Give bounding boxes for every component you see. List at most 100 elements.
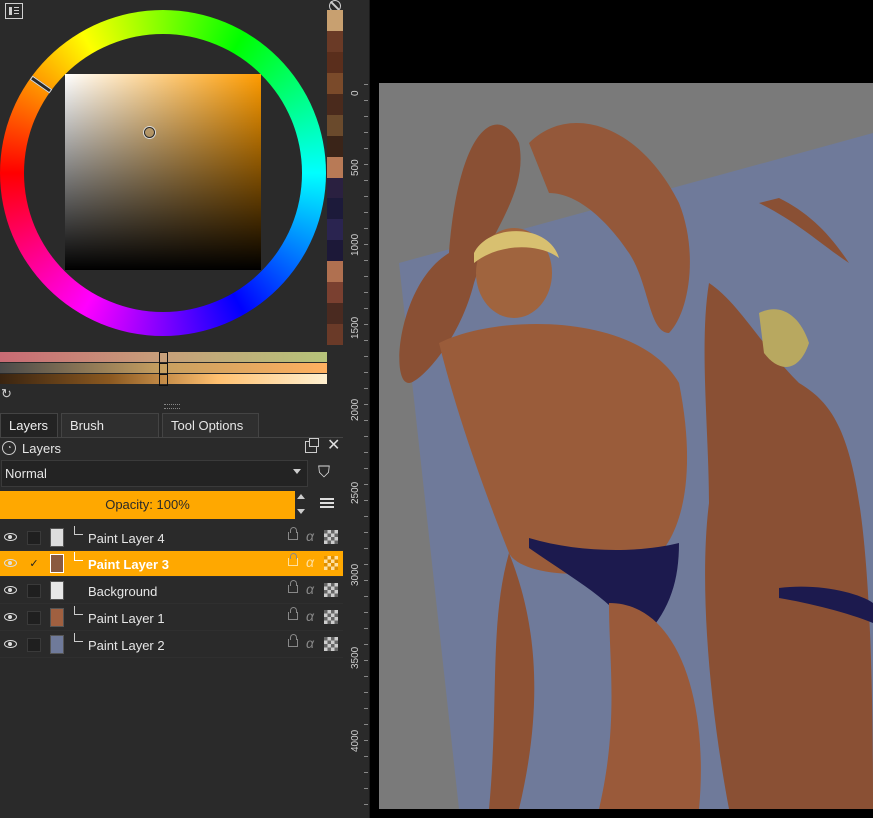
layer-thumbnail xyxy=(50,581,64,600)
ruler-tick xyxy=(364,580,368,581)
palette-swatch[interactable] xyxy=(327,51,343,73)
ruler-tick xyxy=(364,516,368,517)
layer-row[interactable]: Background α xyxy=(0,578,343,604)
palette-swatch[interactable] xyxy=(327,177,343,199)
layer-select-checkbox[interactable] xyxy=(27,531,41,545)
palette-swatch[interactable] xyxy=(327,30,343,52)
ruler-tick xyxy=(364,564,368,565)
eye-icon[interactable] xyxy=(4,533,17,541)
alpha-lock-icon[interactable]: α xyxy=(306,528,314,544)
layer-thumbnail xyxy=(50,554,64,573)
layer-name[interactable]: Paint Layer 1 xyxy=(88,611,165,626)
ruler-label: 3000 xyxy=(350,563,361,586)
chevron-down-icon[interactable] xyxy=(293,469,301,474)
palette-swatch[interactable] xyxy=(327,72,343,94)
artwork-canvas[interactable] xyxy=(379,83,873,809)
palette-swatch[interactable] xyxy=(327,93,343,115)
inherit-alpha-icon[interactable] xyxy=(324,556,338,570)
blend-mode-select[interactable]: Normal xyxy=(1,460,308,487)
ruler-tick xyxy=(364,340,368,341)
opacity-increase-icon[interactable] xyxy=(297,494,305,499)
layer-name[interactable]: Paint Layer 4 xyxy=(88,531,165,546)
color-selector[interactable] xyxy=(0,10,326,336)
alpha-lock-icon[interactable]: α xyxy=(306,581,314,597)
layer-type-icon xyxy=(74,633,83,642)
palette-swatch[interactable] xyxy=(327,156,343,178)
lock-icon[interactable] xyxy=(288,580,298,593)
painting xyxy=(399,123,873,809)
palette-swatch[interactable] xyxy=(327,324,343,345)
ruler-tick xyxy=(364,772,368,773)
alpha-lock-icon[interactable]: α xyxy=(306,635,314,651)
layer-select-checkbox[interactable]: ✓ xyxy=(27,557,41,571)
ruler-tick xyxy=(364,164,368,165)
alpha-lock-icon[interactable]: α xyxy=(306,608,314,624)
layer-row[interactable]: Paint Layer 4 α xyxy=(0,525,343,551)
ruler-tick xyxy=(364,228,368,229)
filter-icon[interactable]: ⛉ xyxy=(318,463,336,483)
palette-swatch[interactable] xyxy=(327,240,343,262)
inherit-alpha-icon[interactable] xyxy=(324,637,338,651)
palette-swatch[interactable] xyxy=(327,303,343,325)
opacity-slider[interactable]: Opacity: 100% xyxy=(0,491,295,519)
lock-icon[interactable] xyxy=(288,634,298,647)
ruler-tick xyxy=(364,324,368,325)
lock-icon[interactable] xyxy=(288,527,298,540)
ruler-label: 500 xyxy=(350,159,361,176)
layer-thumbnail xyxy=(50,608,64,627)
float-panel-icon[interactable] xyxy=(305,438,319,453)
ruler-tick xyxy=(364,292,368,293)
layer-name[interactable]: Background xyxy=(88,584,157,599)
inherit-alpha-icon[interactable] xyxy=(324,530,338,544)
panel-splitter[interactable] xyxy=(164,404,180,409)
opacity-decrease-icon[interactable] xyxy=(297,509,305,514)
ruler-label: 0 xyxy=(350,90,361,96)
palette-swatch[interactable] xyxy=(327,261,343,283)
layer-type-icon xyxy=(74,606,83,615)
hamburger-icon[interactable] xyxy=(320,498,334,500)
ruler-label: 3500 xyxy=(350,646,361,669)
ruler-tick xyxy=(364,372,368,373)
layers-docker-title: Layers xyxy=(22,441,62,456)
tab-tool-options[interactable]: Tool Options xyxy=(162,413,259,437)
layer-name[interactable]: Paint Layer 2 xyxy=(88,638,165,653)
color-picker-cursor[interactable] xyxy=(144,127,155,138)
layer-select-checkbox[interactable] xyxy=(27,638,41,652)
close-icon[interactable]: ✕ xyxy=(327,438,340,454)
eye-icon[interactable] xyxy=(4,586,17,594)
palette-swatch[interactable] xyxy=(327,219,343,241)
eye-icon[interactable] xyxy=(4,613,17,621)
palette-swatch[interactable] xyxy=(327,282,343,304)
color-history-palette[interactable] xyxy=(327,10,343,345)
eye-icon[interactable] xyxy=(4,559,17,567)
alpha-lock-icon[interactable]: α xyxy=(306,554,314,570)
palette-swatch[interactable] xyxy=(327,198,343,220)
ruler-tick xyxy=(364,676,368,677)
tab-layers[interactable]: Layers xyxy=(0,413,58,437)
ruler-tick xyxy=(364,788,368,789)
layer-row[interactable]: Paint Layer 1 α xyxy=(0,605,343,631)
ruler-tick xyxy=(364,84,368,85)
layer-thumbnail xyxy=(50,635,64,654)
inherit-alpha-icon[interactable] xyxy=(324,583,338,597)
lock-icon[interactable] xyxy=(288,607,298,620)
palette-swatch[interactable] xyxy=(327,114,343,136)
layer-name[interactable]: Paint Layer 3 xyxy=(88,557,169,572)
palette-swatch[interactable] xyxy=(327,135,343,157)
layer-select-checkbox[interactable] xyxy=(27,584,41,598)
ruler-tick xyxy=(364,612,368,613)
gradient-handle-3[interactable] xyxy=(159,374,168,386)
layer-select-checkbox[interactable] xyxy=(27,611,41,625)
ruler-tick xyxy=(364,660,368,661)
layer-row[interactable]: Paint Layer 2 α xyxy=(0,632,343,658)
lock-icon[interactable] xyxy=(288,553,298,566)
tab-brush-presets[interactable]: Brush Presets xyxy=(61,413,159,457)
saturation-value-square[interactable] xyxy=(65,74,261,270)
lock-docker-icon[interactable]: ◔ xyxy=(2,441,16,455)
layer-row-active[interactable]: ✓ Paint Layer 3 α xyxy=(0,551,343,577)
inherit-alpha-icon[interactable] xyxy=(324,610,338,624)
palette-swatch[interactable] xyxy=(327,10,343,31)
eye-icon[interactable] xyxy=(4,640,17,648)
layer-type-icon xyxy=(74,526,83,535)
refresh-icon[interactable]: ↻ xyxy=(1,387,13,400)
